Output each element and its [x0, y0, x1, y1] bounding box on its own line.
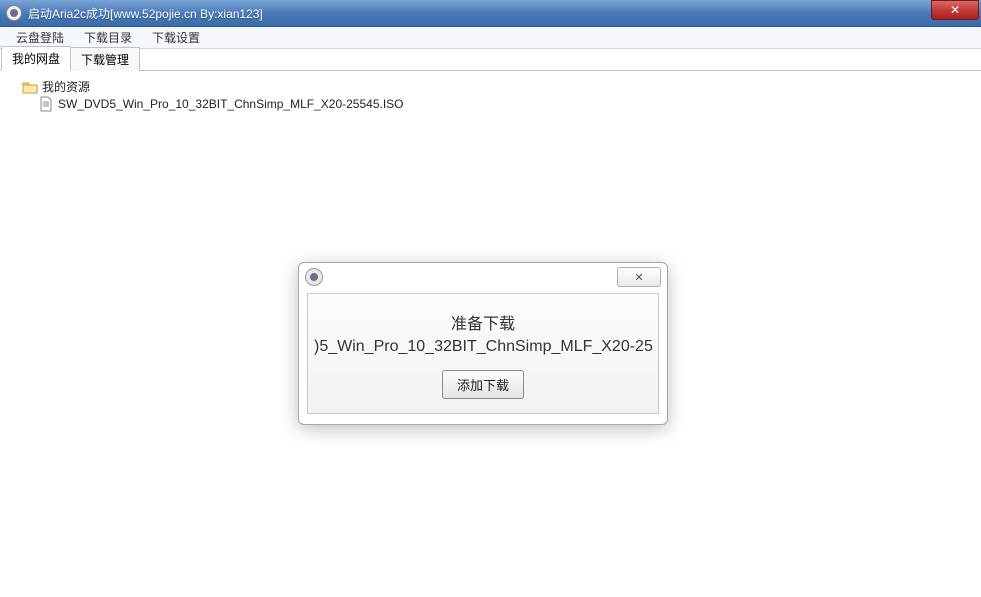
tree-panel: 我的资源 SW_DVD5_Win_Pro_10_32BIT_ChnSimp_ML… — [0, 71, 981, 118]
close-icon: ✕ — [950, 3, 960, 17]
window-title: 启动Aria2c成功[www.52pojie.cn By:xian123] — [28, 5, 931, 22]
tabstrip: 我的网盘 下载管理 — [0, 49, 981, 71]
folder-icon — [22, 80, 38, 94]
tab-my-netdisk[interactable]: 我的网盘 — [1, 46, 71, 71]
menu-download-settings[interactable]: 下载设置 — [142, 26, 210, 49]
close-icon: ✕ — [634, 271, 643, 284]
add-download-button[interactable]: 添加下载 — [442, 370, 524, 399]
tree-root[interactable]: 我的资源 — [8, 77, 973, 96]
file-icon — [38, 97, 54, 111]
dialog-app-icon — [305, 268, 323, 286]
window-titlebar: 启动Aria2c成功[www.52pojie.cn By:xian123] ✕ — [0, 0, 981, 27]
dialog-body: 准备下载 )5_Win_Pro_10_32BIT_ChnSimp_MLF_X20… — [307, 293, 659, 414]
menubar: 云盘登陆 下载目录 下载设置 — [0, 27, 981, 49]
tree-root-label: 我的资源 — [42, 78, 90, 95]
window-close-button[interactable]: ✕ — [931, 0, 979, 20]
dialog-close-button[interactable]: ✕ — [617, 267, 661, 287]
download-dialog: ✕ 准备下载 )5_Win_Pro_10_32BIT_ChnSimp_MLF_X… — [298, 262, 668, 425]
tree-file[interactable]: SW_DVD5_Win_Pro_10_32BIT_ChnSimp_MLF_X20… — [8, 96, 973, 112]
tree-file-label: SW_DVD5_Win_Pro_10_32BIT_ChnSimp_MLF_X20… — [58, 97, 404, 111]
menu-download-dir[interactable]: 下载目录 — [74, 26, 142, 49]
app-icon — [6, 5, 22, 21]
dialog-title: 准备下载 — [314, 310, 652, 334]
dialog-header: ✕ — [299, 263, 667, 291]
dialog-filename: )5_Win_Pro_10_32BIT_ChnSimp_MLF_X20-25 — [314, 338, 652, 356]
tab-download-manager[interactable]: 下载管理 — [70, 47, 140, 71]
